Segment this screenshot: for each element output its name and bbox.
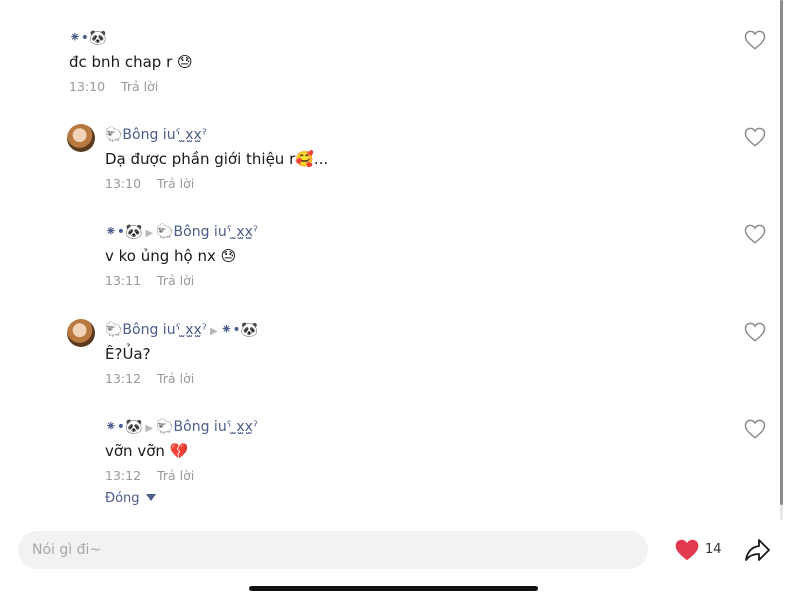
author-name[interactable]: 🐑Bông iuˁ ̫x̫x̫ˀ: [105, 127, 207, 143]
reply-target-name[interactable]: 🐑Bông iuˁ ̫x̫x̫ˀ: [156, 224, 258, 240]
comment-input[interactable]: [18, 531, 648, 569]
reply-target-name[interactable]: ⁕•🐼: [221, 322, 258, 338]
comment-text: đc bnh chap r 😓: [69, 53, 193, 71]
comment-time: 13:10: [69, 79, 106, 94]
heart-filled-icon[interactable]: [674, 538, 700, 562]
author-name[interactable]: ⁕•🐼: [105, 224, 142, 240]
author-name[interactable]: 🐑Bông iuˁ ̫x̫x̫ˀ: [105, 322, 207, 338]
scrollbar[interactable]: [780, 0, 783, 520]
comment-author[interactable]: ⁕•🐼 ▶ 🐑Bông iuˁ ̫x̫x̫ˀ: [105, 224, 258, 240]
heart-outline-icon[interactable]: [744, 30, 766, 50]
comment-text: v ko ủng hộ nx 😓: [105, 247, 237, 265]
comment-meta: 13:12 Trả lời: [105, 468, 194, 483]
comment-meta: 13:12 Trả lời: [105, 371, 194, 386]
collapse-label: Đóng: [105, 491, 140, 506]
comment-meta: 13:10 Trả lời: [69, 79, 158, 94]
home-indicator: [249, 586, 538, 591]
reply-button[interactable]: Trả lời: [157, 468, 194, 483]
author-name[interactable]: ⁕•🐼: [105, 419, 142, 435]
comment-author[interactable]: ⁕•🐼 ▶ 🐑Bông iuˁ ̫x̫x̫ˀ: [105, 419, 258, 435]
reply-arrow-icon: ▶: [145, 423, 154, 434]
reply-button[interactable]: Trả lời: [157, 273, 194, 288]
collapse-replies-button[interactable]: Đóng: [105, 491, 156, 506]
comment-meta: 13:11 Trả lời: [105, 273, 194, 288]
comment-time: 13:12: [105, 371, 142, 386]
comment-text: Ê?Ủa?: [105, 345, 151, 363]
comment-text: Dạ được phần giới thiệu r🥰...: [105, 150, 329, 168]
reply-button[interactable]: Trả lời: [157, 371, 194, 386]
comment-author[interactable]: 🐑Bông iuˁ ̫x̫x̫ˀ: [105, 127, 207, 143]
heart-outline-icon[interactable]: [744, 322, 766, 342]
comment-author[interactable]: ⁕•🐼: [69, 30, 106, 46]
comment-time: 13:12: [105, 468, 142, 483]
heart-outline-icon[interactable]: [744, 127, 766, 147]
author-name[interactable]: ⁕•🐼: [69, 30, 106, 46]
reply-target-name[interactable]: 🐑Bông iuˁ ̫x̫x̫ˀ: [156, 419, 258, 435]
heart-outline-icon[interactable]: [744, 419, 766, 439]
comment-time: 13:11: [105, 273, 142, 288]
heart-outline-icon[interactable]: [744, 224, 766, 244]
share-arrow-icon[interactable]: [744, 537, 772, 563]
comment-meta: 13:10 Trả lời: [105, 176, 194, 191]
comment-text: vỡn vỡn 💔: [105, 442, 189, 460]
reply-arrow-icon: ▶: [145, 228, 154, 239]
scrollbar-thumb[interactable]: [780, 0, 783, 505]
like-count: 14: [705, 542, 722, 557]
reply-button[interactable]: Trả lời: [157, 176, 194, 191]
triangle-down-icon: [145, 494, 156, 501]
avatar[interactable]: [67, 319, 95, 347]
avatar[interactable]: [67, 124, 95, 152]
reply-arrow-icon: ▶: [209, 326, 218, 337]
comment-author[interactable]: 🐑Bông iuˁ ̫x̫x̫ˀ ▶ ⁕•🐼: [105, 322, 258, 338]
comment-time: 13:10: [105, 176, 142, 191]
reply-button[interactable]: Trả lời: [121, 79, 158, 94]
